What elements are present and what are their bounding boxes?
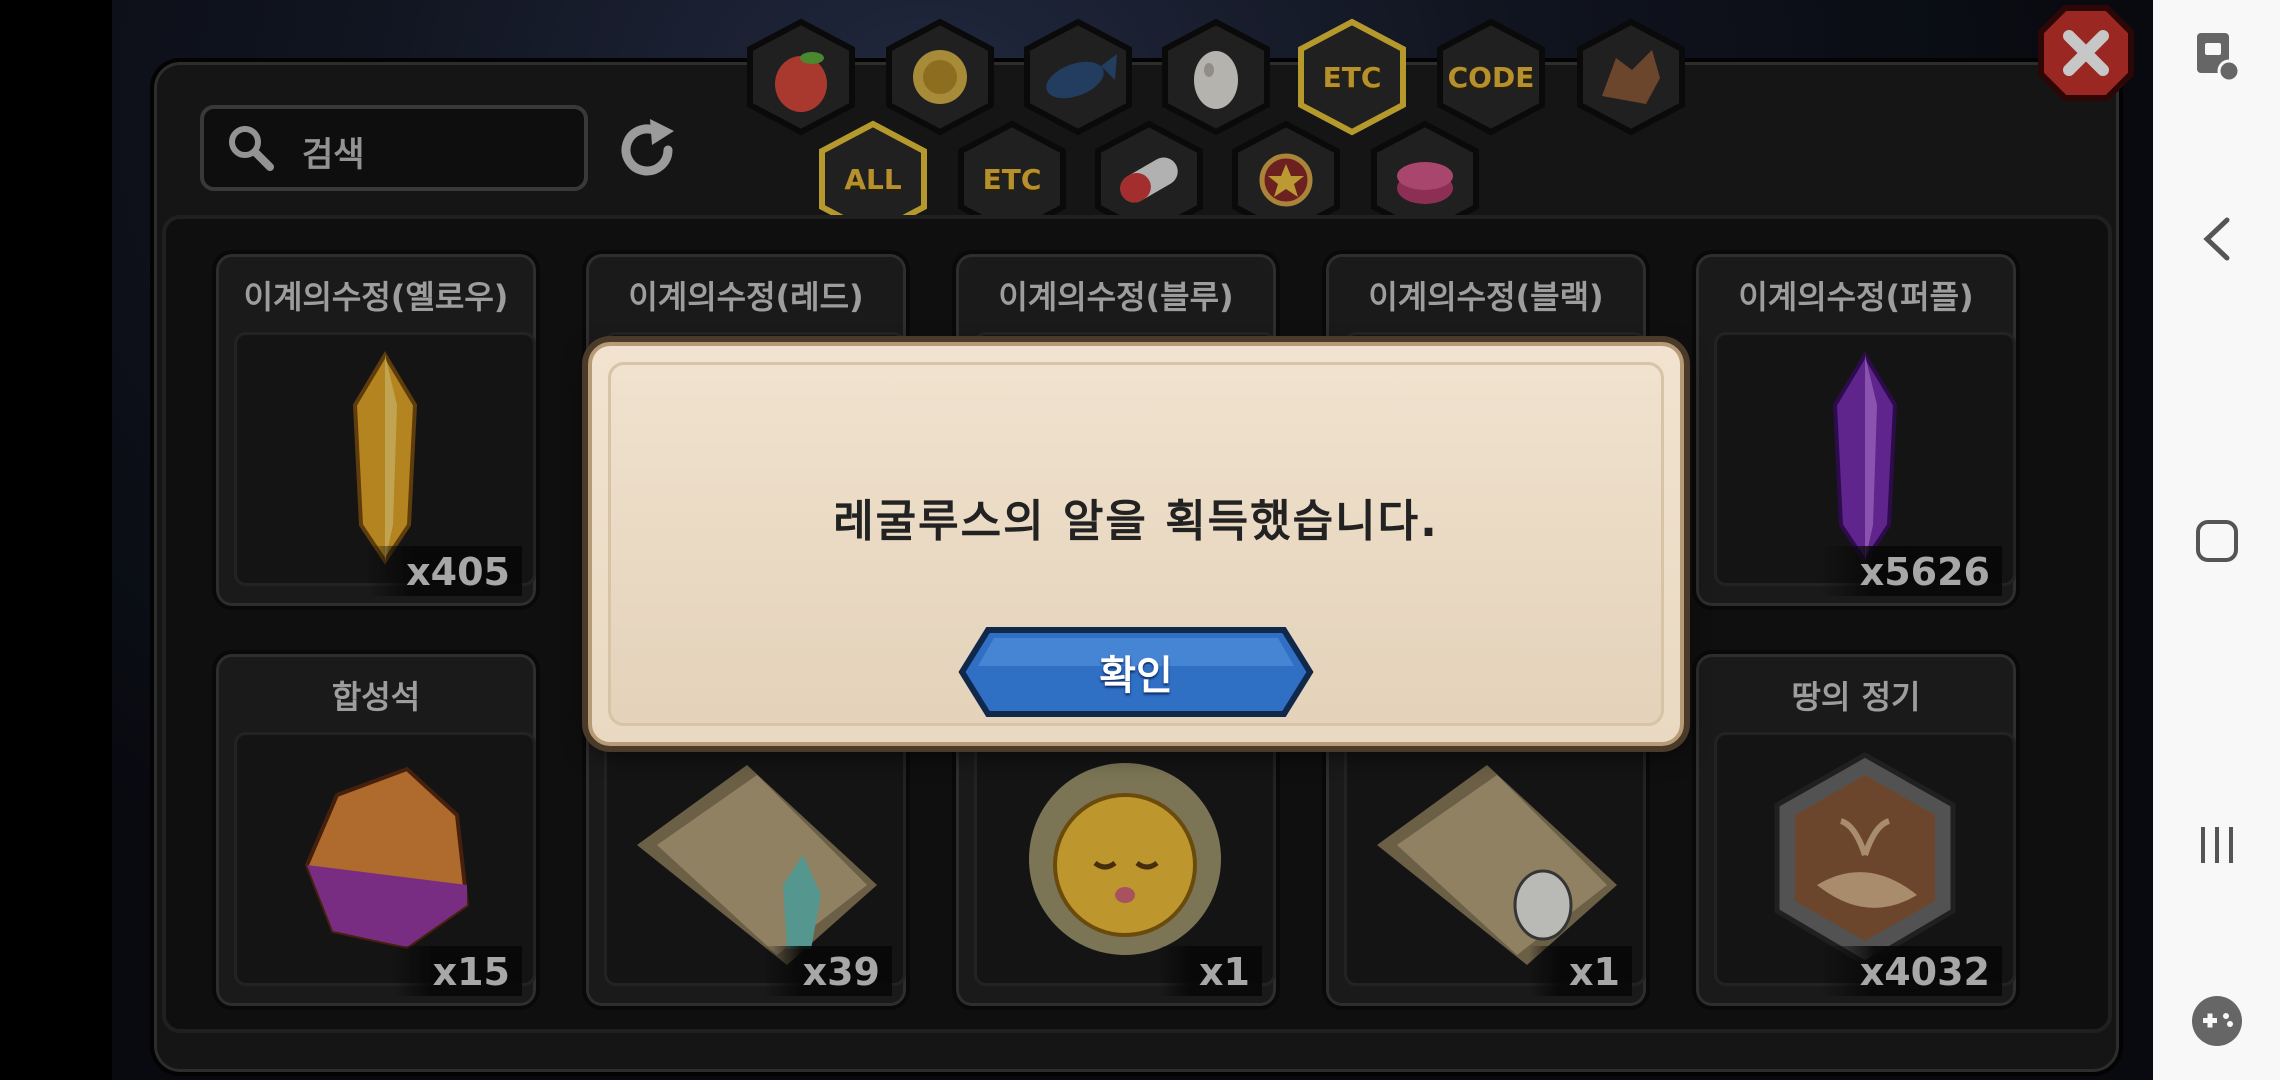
gesture-lock-button[interactable] <box>2153 12 2280 102</box>
recents-icon <box>2200 827 2233 863</box>
back-button[interactable] <box>2153 194 2280 284</box>
left-black-bar <box>0 0 112 1080</box>
touch-lock-icon <box>2196 33 2240 83</box>
system-navigation-bar <box>2153 0 2280 1080</box>
home-button[interactable] <box>2153 496 2280 586</box>
dialog-message: 레굴루스의 알을 획득했습니다. <box>833 496 1439 547</box>
game-tools-button[interactable] <box>2153 976 2280 1066</box>
gamepad-icon <box>2191 996 2242 1046</box>
confirm-button-label: 확인 <box>1099 653 1173 699</box>
notification-dialog: 레굴루스의 알을 획득했습니다. 확인 <box>588 342 1684 746</box>
confirm-button[interactable]: 확인 <box>958 626 1314 718</box>
back-icon <box>2202 217 2229 261</box>
home-icon <box>2195 520 2238 562</box>
recents-button[interactable] <box>2153 800 2280 890</box>
